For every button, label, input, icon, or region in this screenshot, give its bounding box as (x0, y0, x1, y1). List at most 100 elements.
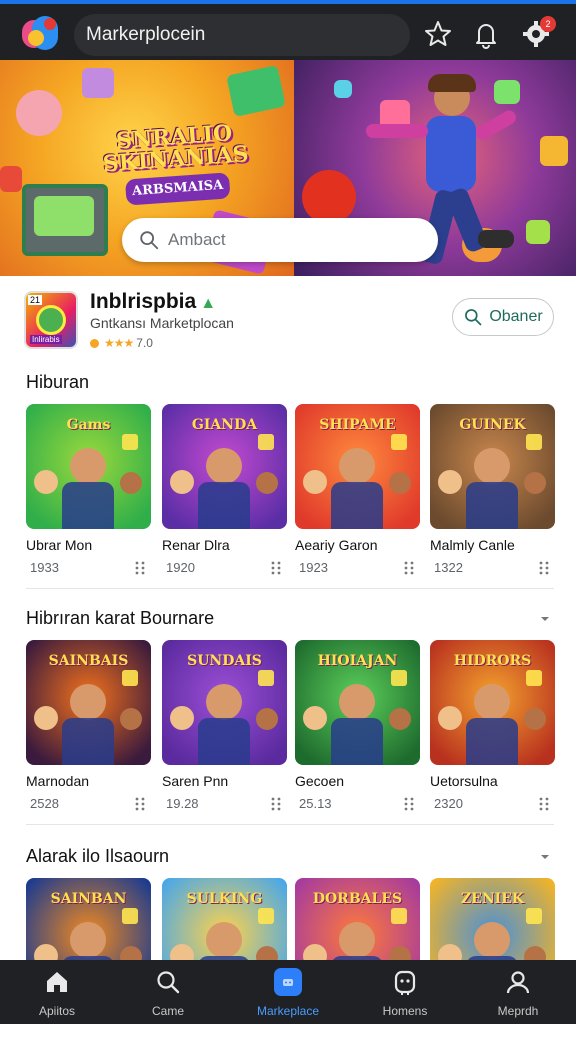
search-icon (465, 309, 482, 326)
bell-icon[interactable] (470, 18, 502, 50)
section-divider (26, 588, 554, 589)
game-thumbnail[interactable]: HIDRORS (430, 640, 555, 765)
thumbnail-art (474, 684, 510, 720)
app-logo-icon[interactable] (22, 16, 58, 52)
more-options-icon[interactable] (403, 560, 415, 576)
home-icon (47, 972, 67, 992)
game-card-title: Aeariy Garon (295, 537, 378, 553)
thumbnail-art (391, 434, 407, 450)
thumbnail-art (438, 706, 462, 730)
featured-app-rating: ★★★ 7.0 (90, 336, 153, 350)
section-title: Alarak ilo Ilsaourn (26, 846, 170, 866)
game-thumbnail[interactable]: GIANDA (162, 404, 287, 529)
thumbnail-art (526, 434, 542, 450)
thumbnail-title: GIANDA (191, 417, 258, 433)
thumbnail-title: SAINBAIS (48, 653, 129, 669)
hero-banner[interactable]: SNRALIO SKINANIAS ARBSMAISA Ambact (0, 60, 576, 276)
chevron-down-icon[interactable] (538, 612, 552, 626)
thumbnail-art (331, 482, 383, 529)
more-options-icon[interactable] (270, 796, 282, 812)
search-icon (157, 971, 180, 994)
search-icon (140, 231, 159, 250)
thumbnail-art (474, 922, 510, 958)
obtain-button[interactable]: Obaner (452, 298, 554, 336)
thumbnail-art (198, 482, 250, 529)
thumbnail-art (206, 448, 242, 484)
nav-item-marketplace[interactable]: Markeplace (233, 960, 343, 1024)
nav-item-game[interactable]: Came (113, 960, 223, 1024)
top-app-bar: Markerplocein 2 (0, 4, 576, 60)
game-thumbnail[interactable]: SHIPAME (295, 404, 420, 529)
game-card-count: 1920 (166, 560, 195, 575)
thumbnail-art (303, 706, 327, 730)
thumbnail-title: GUINEK (459, 417, 526, 433)
game-card-title: Saren Pnn (162, 773, 229, 789)
thumbnail-title: Gams (66, 417, 111, 433)
star-icon[interactable] (422, 18, 454, 50)
thumbnail-art (258, 434, 274, 450)
thumbnail-art (122, 908, 138, 924)
chevron-down-icon[interactable] (538, 850, 552, 864)
more-options-icon[interactable] (403, 796, 415, 812)
thumbnail-art (331, 718, 383, 765)
thumbnail-art (256, 472, 278, 494)
game-thumbnail[interactable]: GUINEK (430, 404, 555, 529)
game-card-title: Gecoen (295, 773, 345, 789)
card-row: Gams Ubrar Mon 1933 GIANDA Renar Dlra 1920 SHI… (26, 404, 556, 584)
thumbnail-title: SHIPAME (319, 417, 396, 433)
thumbnail-art (120, 708, 142, 730)
more-options-icon[interactable] (270, 560, 282, 576)
thumbnail-art (62, 482, 114, 529)
game-card-count: 2528 (30, 796, 59, 811)
featured-app-subtitle: Gntkansı Marketplocan (90, 315, 234, 331)
rating-stars-icon: ★★★ (104, 336, 134, 350)
game-thumbnail[interactable]: SUNDAIS (162, 640, 287, 765)
featured-app-info[interactable]: 21 Inlirabis Inblrispbia ▲ Gntkansı Marke… (0, 276, 576, 360)
thumbnail-art (206, 922, 242, 958)
nav-item-apps[interactable]: Apiitos (2, 960, 112, 1024)
game-card-count: 19.28 (166, 796, 199, 811)
game-card-count: 25.13 (299, 796, 332, 811)
top-search-field[interactable]: Markerplocein (74, 14, 410, 56)
thumbnail-title: HIOIAJAN (317, 653, 398, 669)
thumbnail-art (474, 448, 510, 484)
thumbnail-art (466, 718, 518, 765)
featured-app-icon[interactable]: 21 Inlirabis (24, 291, 78, 349)
thumbnail-art (120, 472, 142, 494)
game-card-title: Marnodan (26, 773, 90, 789)
game-card-count: 1923 (299, 560, 328, 575)
thumbnail-art (34, 706, 58, 730)
game-thumbnail[interactable]: HIOIAJAN (295, 640, 420, 765)
game-card-title: Renar Dlra (162, 537, 230, 553)
banner-search-field[interactable]: Ambact (122, 218, 438, 262)
banner-title: SNRALIO SKINANIAS ARBSMAISA (94, 120, 259, 208)
thumbnail-art (391, 670, 407, 686)
thumbnail-title: HIDRORS (453, 653, 532, 669)
thumbnail-art (62, 718, 114, 765)
more-options-icon[interactable] (538, 796, 550, 812)
nav-item-profile[interactable]: Meprdh (463, 960, 573, 1024)
more-options-icon[interactable] (134, 560, 146, 576)
thumbnail-title: ZENIEK (460, 891, 525, 907)
rating-dot-icon (90, 338, 99, 348)
section-title: Hibrıran karat Bournare (26, 608, 215, 628)
thumbnail-art (70, 684, 106, 720)
thumbnail-title: SUNDAIS (187, 653, 262, 669)
bottom-navigation: Apiitos Came Markeplace Homens Meprdh (0, 960, 576, 1024)
thumbnail-art (170, 706, 194, 730)
more-options-icon[interactable] (134, 796, 146, 812)
game-card-title: Uetorsulna (430, 773, 498, 789)
game-thumbnail[interactable]: Gams (26, 404, 151, 529)
thumbnail-art (70, 448, 106, 484)
thumbnail-art (258, 908, 274, 924)
marketplace-icon (274, 968, 302, 996)
thumbnail-art (198, 718, 250, 765)
featured-app-name: Inblrispbia ▲ (90, 290, 217, 313)
thumbnail-art (258, 670, 274, 686)
game-thumbnail[interactable]: SAINBAIS (26, 640, 151, 765)
more-options-icon[interactable] (538, 560, 550, 576)
thumbnail-art (391, 908, 407, 924)
thumbnail-art (256, 708, 278, 730)
nav-item-homens[interactable]: Homens (350, 960, 460, 1024)
section-title: Hiburan (26, 372, 90, 392)
